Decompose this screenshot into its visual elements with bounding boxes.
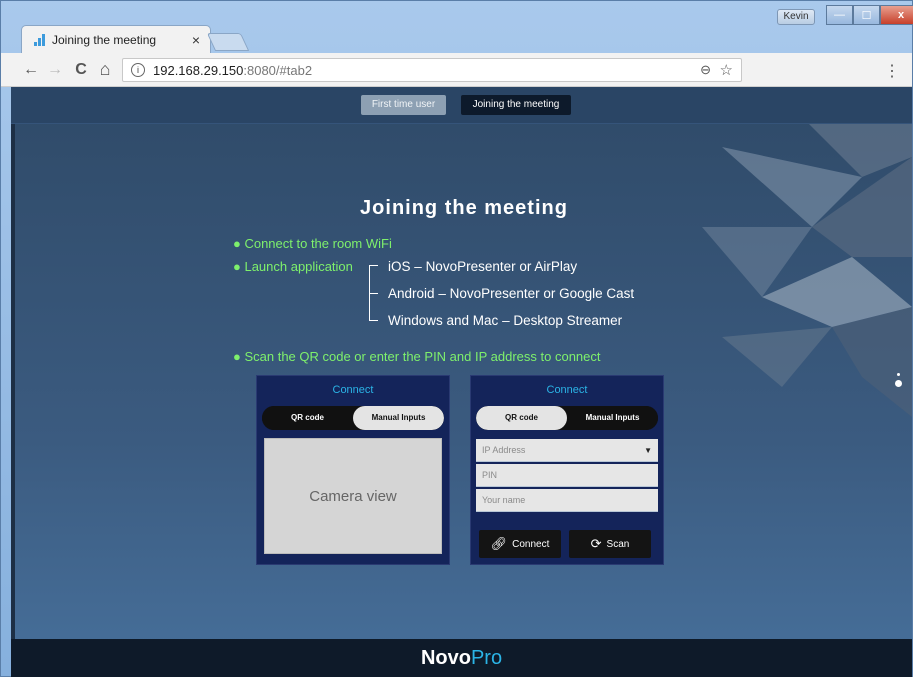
zoom-icon[interactable]: ⊖ [700,62,711,78]
connect-button[interactable]: 🔗︎ Connect [479,530,561,558]
window-controls: — ☐ x [826,5,913,25]
browser-tab[interactable]: Joining the meeting × [21,25,211,54]
dash: – [414,259,422,274]
page-dot-active[interactable] [895,380,902,387]
tab-first-time-user[interactable]: First time user [361,95,446,115]
step-launch-application: ● Launch application [233,259,353,274]
minimize-button[interactable]: — [826,5,853,25]
web-page: First time user Joining the meeting Join… [11,87,912,677]
tab-joining-meeting[interactable]: Joining the meeting [461,95,571,115]
scan-button-label: Scan [606,538,630,550]
connect-panel-qr: Connect QR code Manual Inputs Camera vie… [256,375,450,565]
platform-windows-mac: Windows and Mac [388,313,499,328]
platform-android: Android [388,286,435,301]
page-left-edge [11,87,15,677]
manual-inputs-toggle[interactable]: Manual Inputs [353,406,444,430]
manual-inputs-toggle[interactable]: Manual Inputs [567,406,658,430]
title-bar: Joining the meeting × Kevin — ☐ x [1,1,913,54]
ip-address-placeholder: IP Address [482,445,526,455]
panel-title: Connect [546,384,588,396]
panel-title: Connect [332,384,374,396]
mode-toggle: QR code Manual Inputs [262,406,444,430]
maximize-button[interactable]: ☐ [853,5,880,25]
name-field[interactable]: Your name [476,489,658,512]
footer-brand: Novo Pro [11,639,912,677]
platform-ios: iOS [388,259,411,274]
url-path: :8080/#tab2 [243,62,313,78]
bookmark-star-icon[interactable]: ☆ [720,61,733,79]
browser-window: Joining the meeting × Kevin — ☐ x ← → C … [0,0,913,677]
scan-button[interactable]: ⟳ Scan [569,530,651,558]
page-title: Joining the meeting [360,197,568,219]
menu-icon[interactable]: ⋮ [884,61,900,81]
brand-pro: Pro [470,646,503,669]
refresh-icon: ⟳ [590,536,602,551]
apps-android: NovoPresenter or Google Cast [449,286,635,301]
page-dot[interactable] [897,373,900,376]
dash: – [502,313,510,328]
close-window-button[interactable]: x [880,5,913,25]
qr-code-toggle[interactable]: QR code [262,406,353,430]
qr-code-toggle[interactable]: QR code [476,406,567,430]
decorative-polygon-art [702,87,912,417]
mode-toggle: QR code Manual Inputs [476,406,658,430]
connect-button-label: Connect [512,538,550,550]
back-arrow-icon[interactable]: ← [21,61,41,79]
new-tab-button[interactable] [206,33,250,51]
page-indicator[interactable] [895,373,902,391]
forward-arrow-icon[interactable]: → [45,61,65,79]
url-host: 192.168.29.150 [153,62,244,78]
pin-field[interactable]: PIN [476,464,658,487]
info-icon[interactable]: i [131,63,145,77]
app-line-android: Android – NovoPresenter or Google Cast [388,286,634,301]
link-icon: 🔗︎ [490,536,508,551]
home-icon[interactable]: ⌂ [95,59,115,80]
tab-title: Joining the meeting [52,33,157,47]
browser-toolbar: ← → C ⌂ i 192.168.29.150 :8080/#tab2 ⊖ ☆… [1,53,912,87]
app-line-ios: iOS – NovoPresenter or AirPlay [388,259,577,274]
apps-ios: NovoPresenter or AirPlay [425,259,578,274]
step-scan-qr: ● Scan the QR code or enter the PIN and … [233,349,601,364]
top-navigation: First time user Joining the meeting [11,87,912,124]
address-bar[interactable]: i 192.168.29.150 :8080/#tab2 ⊖ ☆ [122,58,742,82]
favicon-icon [34,34,46,46]
brand-novo: Novo [420,646,471,669]
camera-view[interactable]: Camera view [264,438,442,554]
ip-address-select[interactable]: IP Address ▼ [476,439,658,462]
connect-panel-manual: Connect QR code Manual Inputs IP Address… [470,375,664,565]
profile-badge[interactable]: Kevin [777,9,815,25]
apps-windows-mac: Desktop Streamer [513,313,623,328]
dropdown-arrow-icon: ▼ [644,446,652,455]
app-list-bracket [369,265,378,321]
dash: – [438,286,446,301]
step-connect-wifi: ● Connect to the room WiFi [233,236,392,251]
app-line-windows-mac: Windows and Mac – Desktop Streamer [388,313,622,328]
tab-close-icon[interactable]: × [192,32,200,48]
reload-icon[interactable]: C [71,61,91,79]
